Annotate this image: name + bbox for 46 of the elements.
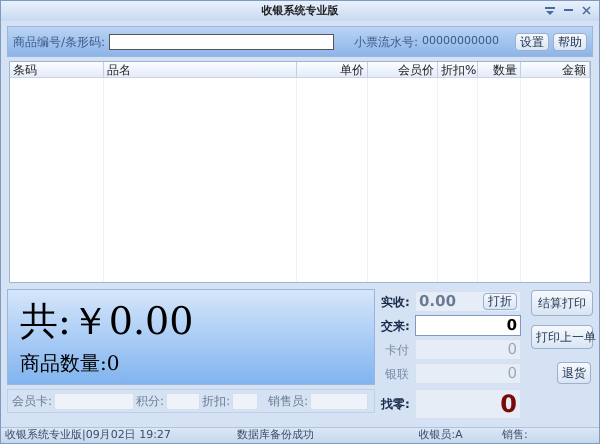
status-text: 收银系统专业版|09月02日 19:27 xyxy=(4,427,172,443)
member-field[interactable] xyxy=(232,392,258,410)
member-field[interactable] xyxy=(54,392,134,410)
discount-button[interactable]: 打折 xyxy=(483,293,517,310)
member-field[interactable] xyxy=(310,392,368,410)
column-header[interactable]: 单价 xyxy=(297,62,368,77)
toolbar-button[interactable]: 设置 xyxy=(515,32,549,50)
search-label: 商品编号/条形码: xyxy=(13,34,106,50)
status-text: 数据库备份成功 xyxy=(236,427,315,443)
payment-label: 卡付 xyxy=(384,342,410,358)
payment-value: 0 xyxy=(500,389,517,420)
payment-label: 实收: xyxy=(381,294,411,310)
receipt-number: 00000000000 xyxy=(422,33,499,50)
minimize-icon[interactable] xyxy=(564,9,573,12)
payment-value: 0 xyxy=(507,363,517,384)
member-field[interactable] xyxy=(166,392,200,410)
payment-value: 0 xyxy=(506,315,517,336)
payment-value: 0.00 xyxy=(419,291,456,312)
column-header[interactable]: 会员价 xyxy=(368,62,438,77)
column-header[interactable]: 折扣% xyxy=(438,62,478,77)
action-button[interactable]: 退货 xyxy=(557,362,591,384)
window-title: 收银系统专业版 xyxy=(262,2,338,19)
payment-label: 交来: xyxy=(381,318,411,334)
item-count: 商品数量:0 xyxy=(20,350,120,377)
column-header[interactable]: 条码 xyxy=(10,62,104,77)
status-text: 收银员:A xyxy=(417,427,464,443)
member-label: 折扣: xyxy=(202,393,230,410)
member-label: 会员卡: xyxy=(12,393,52,410)
toolbar-button[interactable]: 帮助 xyxy=(553,32,587,50)
action-button[interactable]: 结算打印 xyxy=(531,290,593,316)
status-text: 销售: xyxy=(501,427,529,443)
column-header[interactable]: 品名 xyxy=(104,62,297,77)
total-amount: 共:￥0.00 xyxy=(20,298,194,345)
search-field[interactable] xyxy=(109,34,334,50)
column-header[interactable]: 数量 xyxy=(478,62,521,77)
dropdown-icon[interactable] xyxy=(545,6,555,14)
payment-label: 银联 xyxy=(384,366,410,382)
member-label: 销售员: xyxy=(268,393,308,410)
paid-field[interactable]: 0 xyxy=(415,315,521,336)
payment-label: 找零: xyxy=(381,396,411,413)
receipt-label: 小票流水号: xyxy=(354,34,418,50)
column-header[interactable]: 金额 xyxy=(521,62,590,77)
payment-value: 0 xyxy=(507,339,517,360)
action-button[interactable]: 打印上一单 xyxy=(531,325,593,349)
close-icon[interactable] xyxy=(582,6,591,15)
member-label: 积分: xyxy=(136,393,164,410)
